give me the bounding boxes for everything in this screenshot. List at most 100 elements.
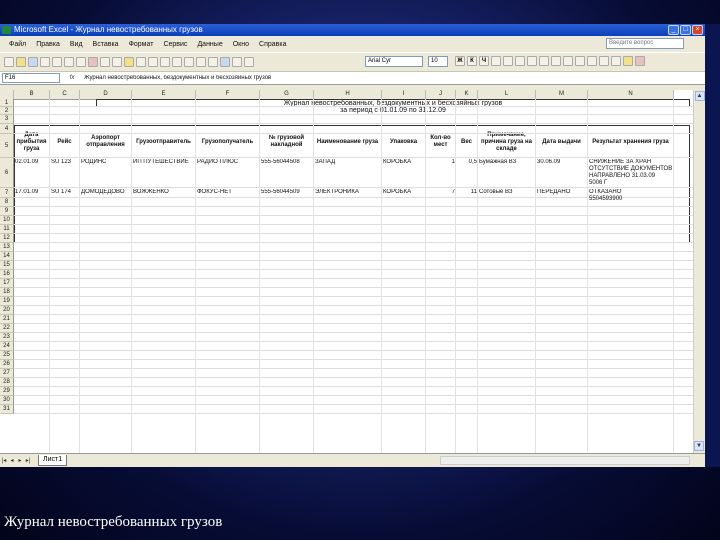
maximize-button[interactable]: □ bbox=[680, 25, 691, 35]
sort-desc-icon[interactable] bbox=[208, 57, 218, 67]
row-header[interactable]: 23 bbox=[0, 333, 14, 342]
menu-format[interactable]: Формат bbox=[124, 41, 159, 48]
font-color-icon[interactable] bbox=[635, 56, 645, 66]
comma-icon[interactable] bbox=[563, 56, 573, 66]
column-header[interactable]: E bbox=[132, 90, 196, 99]
close-button[interactable]: × bbox=[692, 25, 703, 35]
menu-file[interactable]: Файл bbox=[4, 41, 31, 48]
format-painter-icon[interactable] bbox=[136, 57, 146, 67]
row-header[interactable]: 19 bbox=[0, 297, 14, 306]
paste-icon[interactable] bbox=[124, 57, 134, 67]
research-icon[interactable] bbox=[88, 57, 98, 67]
table-cell[interactable]: КОРОБКА bbox=[383, 159, 425, 187]
menu-edit[interactable]: Правка bbox=[31, 41, 65, 48]
table-header-cell[interactable]: Дата прибытия груза bbox=[14, 126, 50, 158]
table-header-cell[interactable]: Грузополучатель bbox=[196, 126, 260, 158]
row-header[interactable]: 1 bbox=[0, 99, 14, 107]
table-cell[interactable]: ИП ПУТЕШЕСТВИЕ bbox=[133, 159, 195, 187]
row-header[interactable]: 21 bbox=[0, 315, 14, 324]
column-header[interactable]: F bbox=[196, 90, 260, 99]
open-icon[interactable] bbox=[16, 57, 26, 67]
row-header[interactable]: 7 bbox=[0, 188, 14, 198]
row-header[interactable]: 11 bbox=[0, 225, 14, 234]
menu-help[interactable]: Справка bbox=[254, 41, 291, 48]
table-cell[interactable]: 02.01.09 bbox=[15, 159, 49, 187]
help-search-input[interactable]: Введите вопрос bbox=[606, 38, 684, 49]
minimize-button[interactable]: _ bbox=[668, 25, 679, 35]
table-cell[interactable]: РОДИНС bbox=[81, 159, 131, 187]
row-header[interactable]: 18 bbox=[0, 288, 14, 297]
row-header[interactable]: 9 bbox=[0, 207, 14, 216]
table-header-cell[interactable]: Кол-во мест bbox=[426, 126, 456, 158]
table-header-cell[interactable]: Рейс bbox=[50, 126, 80, 158]
borders-icon[interactable] bbox=[611, 56, 621, 66]
new-icon[interactable] bbox=[4, 57, 14, 67]
table-header-cell[interactable]: Результат хранения груза bbox=[588, 126, 674, 158]
column-header[interactable]: I bbox=[382, 90, 426, 99]
table-header-cell[interactable]: Вес bbox=[456, 126, 478, 158]
autosum-icon[interactable] bbox=[184, 57, 194, 67]
table-cell[interactable]: SU 174 bbox=[51, 189, 79, 197]
column-header[interactable]: B bbox=[14, 90, 50, 99]
table-cell[interactable]: ОТКАЗАНО 5504593900 bbox=[589, 189, 673, 207]
row-header[interactable]: 29 bbox=[0, 387, 14, 396]
indent-icon[interactable] bbox=[599, 56, 609, 66]
decrease-decimal-icon[interactable] bbox=[587, 56, 597, 66]
percent-icon[interactable] bbox=[551, 56, 561, 66]
table-header-cell[interactable]: № грузовой накладной bbox=[260, 126, 314, 158]
print-icon[interactable] bbox=[52, 57, 62, 67]
table-header-cell[interactable]: Дата выдачи bbox=[536, 126, 588, 158]
menu-view[interactable]: Вид bbox=[65, 41, 88, 48]
row-header[interactable]: 17 bbox=[0, 279, 14, 288]
row-header[interactable]: 14 bbox=[0, 252, 14, 261]
row-header[interactable]: 12 bbox=[0, 234, 14, 243]
table-cell[interactable]: Сотовые ВЗ bbox=[479, 189, 535, 197]
column-header[interactable]: G bbox=[260, 90, 314, 99]
row-header[interactable]: 15 bbox=[0, 261, 14, 270]
column-header[interactable]: H bbox=[314, 90, 382, 99]
align-right-icon[interactable] bbox=[515, 56, 525, 66]
table-cell[interactable]: Бумажная ВЗ bbox=[479, 159, 535, 187]
align-left-icon[interactable] bbox=[491, 56, 501, 66]
row-header[interactable]: 31 bbox=[0, 405, 14, 414]
permission-icon[interactable] bbox=[40, 57, 50, 67]
row-header[interactable]: 2 bbox=[0, 107, 14, 115]
merge-center-icon[interactable] bbox=[527, 56, 537, 66]
italic-button[interactable]: К bbox=[467, 56, 477, 66]
cut-icon[interactable] bbox=[100, 57, 110, 67]
row-header[interactable]: 4 bbox=[0, 124, 14, 134]
align-center-icon[interactable] bbox=[503, 56, 513, 66]
first-sheet-icon[interactable]: |◂ bbox=[0, 457, 8, 465]
row-header[interactable]: 28 bbox=[0, 378, 14, 387]
zoom-icon[interactable] bbox=[244, 57, 254, 67]
vertical-scrollbar[interactable]: ▲ ▼ bbox=[693, 90, 705, 453]
increase-decimal-icon[interactable] bbox=[575, 56, 585, 66]
row-header[interactable]: 6 bbox=[0, 158, 14, 188]
scroll-down-icon[interactable]: ▼ bbox=[694, 441, 704, 451]
menu-data[interactable]: Данные bbox=[192, 41, 227, 48]
table-header-cell[interactable]: Наименование груза bbox=[314, 126, 382, 158]
table-cell[interactable]: 17.01.09 bbox=[15, 189, 49, 197]
table-cell[interactable]: 11 bbox=[457, 189, 477, 197]
table-cell[interactable]: 555-56044508 bbox=[261, 159, 313, 187]
sort-asc-icon[interactable] bbox=[196, 57, 206, 67]
hyperlink-icon[interactable] bbox=[172, 57, 182, 67]
name-box[interactable]: F16 bbox=[2, 73, 60, 83]
font-name-select[interactable]: Arial Cyr bbox=[365, 56, 423, 67]
row-header[interactable]: 16 bbox=[0, 270, 14, 279]
row-header[interactable]: 8 bbox=[0, 198, 14, 207]
row-header[interactable]: 24 bbox=[0, 342, 14, 351]
table-cell[interactable]: ВОЖЖЕНКО bbox=[133, 189, 195, 197]
fill-color-icon[interactable] bbox=[623, 56, 633, 66]
row-header[interactable]: 27 bbox=[0, 369, 14, 378]
select-all-corner[interactable] bbox=[0, 90, 14, 99]
save-icon[interactable] bbox=[28, 57, 38, 67]
horizontal-scrollbar[interactable] bbox=[440, 456, 690, 465]
table-cell[interactable]: ДОМОДЕДОВО bbox=[81, 189, 131, 197]
prev-sheet-icon[interactable]: ◂ bbox=[8, 457, 16, 465]
column-header[interactable]: J bbox=[426, 90, 456, 99]
bold-button[interactable]: Ж bbox=[455, 56, 465, 66]
table-cell[interactable]: 0,5 bbox=[457, 159, 477, 187]
next-sheet-icon[interactable]: ▸ bbox=[16, 457, 24, 465]
scroll-up-icon[interactable]: ▲ bbox=[694, 91, 705, 101]
